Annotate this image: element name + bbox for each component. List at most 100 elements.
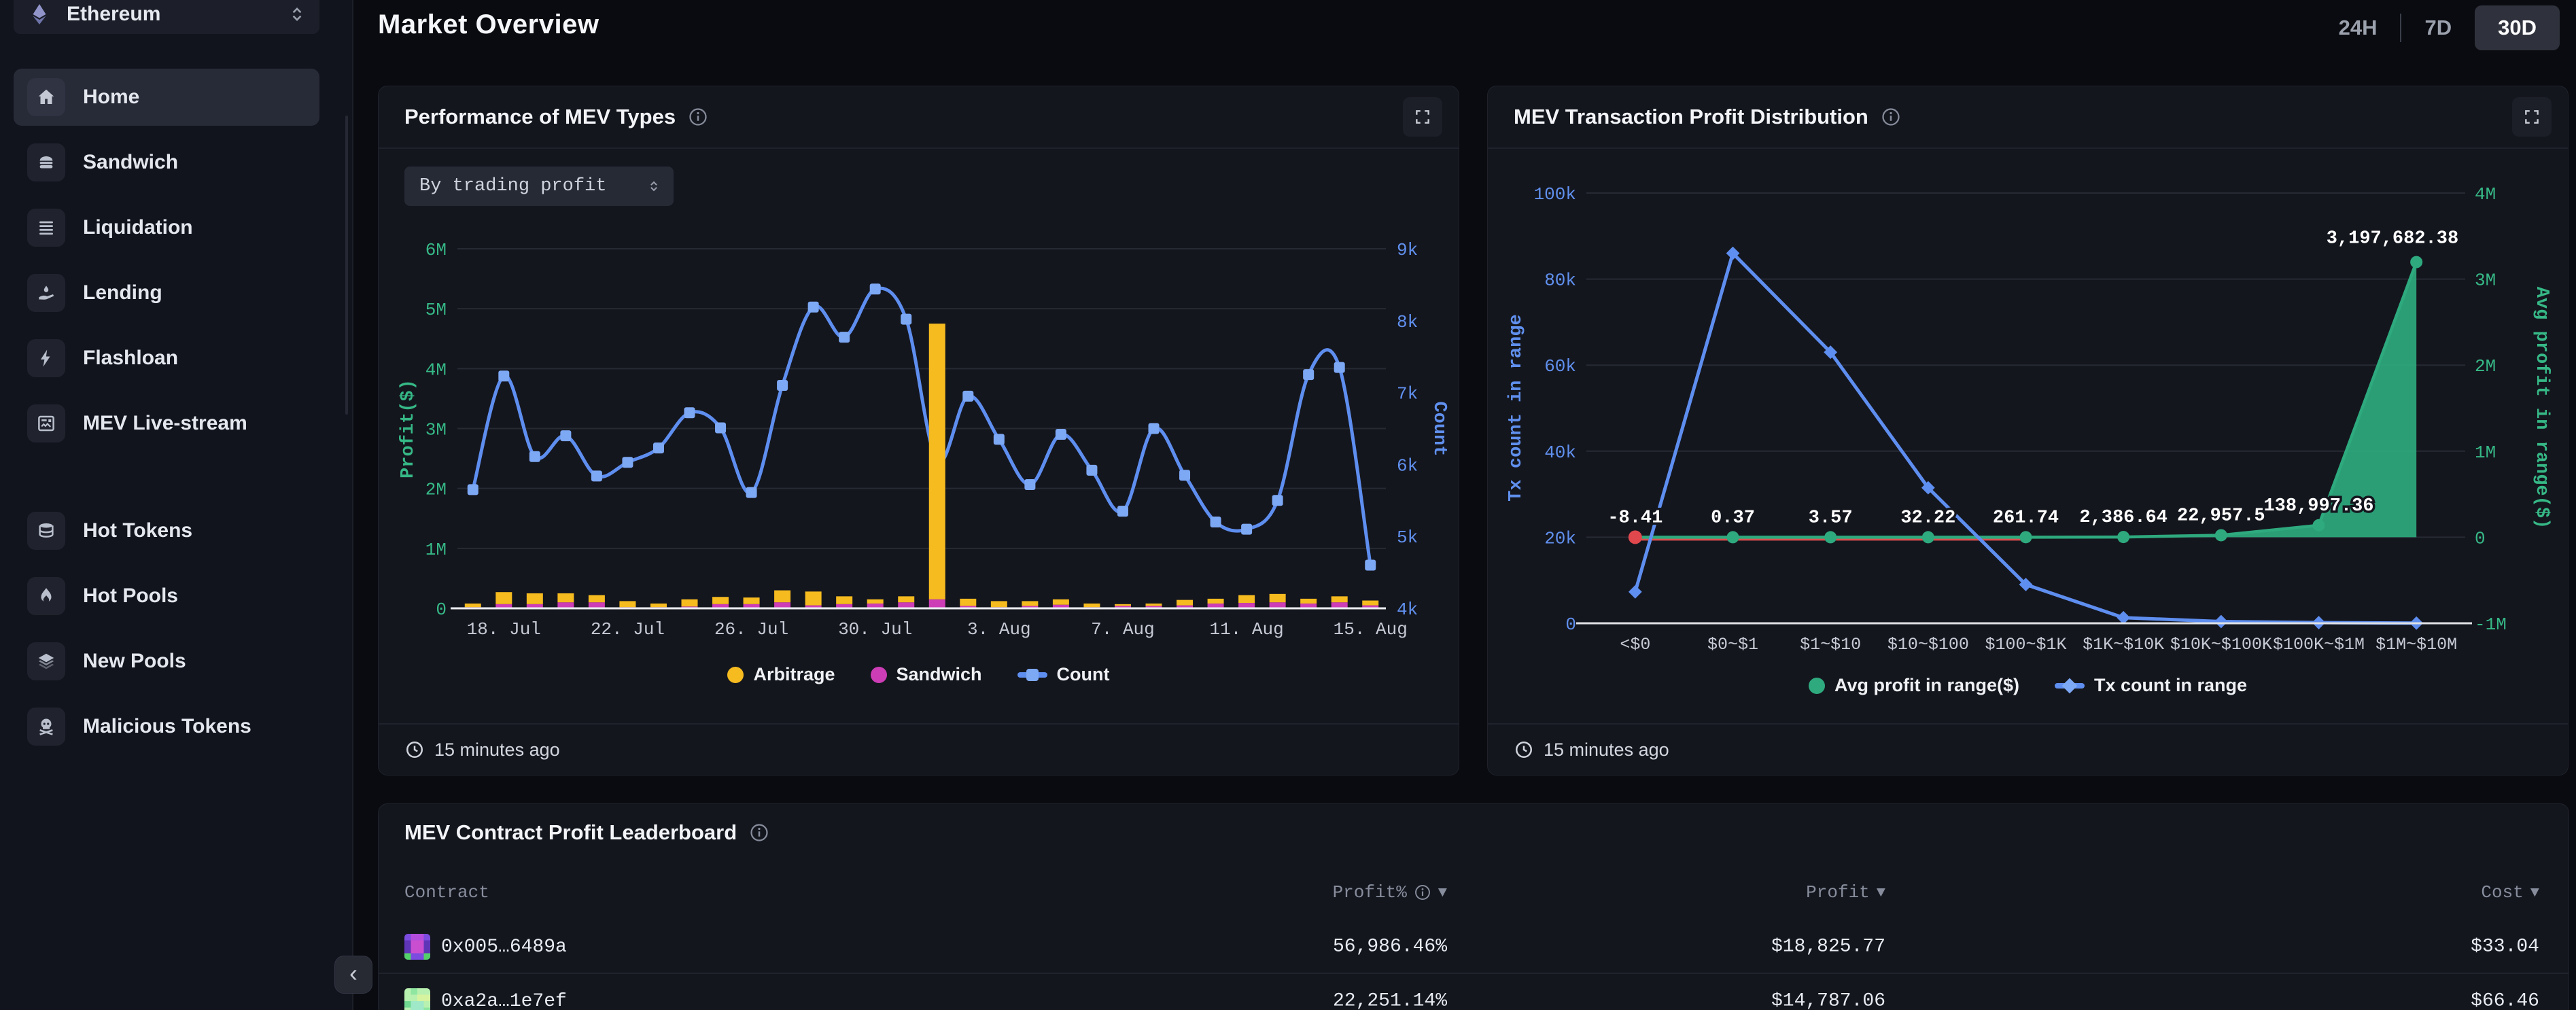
chart-legend: Arbitrage Sandwich Count <box>379 664 1459 685</box>
svg-text:3M: 3M <box>425 420 447 440</box>
sidebar-item-hot-pools[interactable]: Hot Pools <box>14 568 319 625</box>
profit-value: $14,787.06 <box>1771 991 1885 1010</box>
legend-count[interactable]: Count <box>1017 664 1110 685</box>
svg-text:$10~$100: $10~$100 <box>1887 635 1969 655</box>
svg-text:$100K~$1M: $100K~$1M <box>2273 635 2365 655</box>
svg-text:$100~$1K: $100~$1K <box>1985 635 2066 655</box>
new-pools-icon <box>27 642 65 680</box>
svg-text:6k: 6k <box>1397 455 1418 476</box>
contract-address[interactable]: 0xa2a…1e7ef <box>441 991 567 1010</box>
svg-text:1M: 1M <box>425 540 447 560</box>
svg-text:2,386.64: 2,386.64 <box>2079 508 2168 528</box>
sidebar-collapse-button[interactable]: ‹ <box>334 956 372 994</box>
home-icon <box>27 78 65 116</box>
info-icon[interactable] <box>1881 107 1901 127</box>
sandwich-dot-icon <box>871 667 887 683</box>
card-title: MEV Contract Profit Leaderboard <box>404 820 737 845</box>
contract-address[interactable]: 0x005…6489a <box>441 937 567 958</box>
ethereum-icon <box>27 2 52 27</box>
svg-text:2M: 2M <box>425 480 447 500</box>
network-selector[interactable]: Ethereum <box>14 0 319 34</box>
page-title: Market Overview <box>378 10 599 40</box>
svg-text:32.22: 32.22 <box>1900 508 1955 528</box>
sidebar-item-label: Lending <box>83 281 162 304</box>
sidebar-item-lending[interactable]: Lending <box>14 264 319 321</box>
range-30d-button[interactable]: 30D <box>2475 5 2560 50</box>
legend-arbitrage[interactable]: Arbitrage <box>727 664 835 685</box>
svg-text:4M: 4M <box>425 360 447 380</box>
svg-text:8k: 8k <box>1397 312 1418 332</box>
metric-dropdown[interactable]: By trading profit <box>404 167 674 206</box>
table-row[interactable]: 0xa2a…1e7ef 22,251.14% $14,787.06 $66.46 <box>379 974 2569 1010</box>
legend-avg-profit[interactable]: Avg profit in range($) <box>1809 675 2019 696</box>
fullscreen-button[interactable] <box>1403 97 1442 137</box>
sidebar-scrollbar[interactable] <box>345 116 348 415</box>
table-header-row: Contract Profit% ▼ Profit▼ Cost▼ <box>379 877 2569 907</box>
svg-text:1M: 1M <box>2475 442 2496 463</box>
svg-text:22,957.5: 22,957.5 <box>2177 506 2265 526</box>
svg-text:60k: 60k <box>1544 356 1576 377</box>
column-contract[interactable]: Contract <box>404 882 489 903</box>
legend-sandwich[interactable]: Sandwich <box>871 664 982 685</box>
hot-tokens-icon <box>27 512 65 550</box>
sidebar-item-sandwich[interactable]: Sandwich <box>14 134 319 191</box>
malicious-tokens-icon <box>27 708 65 746</box>
cost-value: $66.46 <box>2471 991 2539 1010</box>
hot-pools-icon <box>27 577 65 615</box>
time-range-group: 24H 7D 30D <box>2316 5 2560 50</box>
info-icon[interactable] <box>749 822 769 843</box>
range-7d-button[interactable]: 7D <box>2401 5 2475 50</box>
fullscreen-button[interactable] <box>2512 97 2552 137</box>
sidebar-item-flashloan[interactable]: Flashloan <box>14 330 319 387</box>
chevron-updown-icon <box>646 177 661 195</box>
updated-time: 15 minutes ago <box>434 739 560 761</box>
card-title: MEV Transaction Profit Distribution <box>1514 105 1868 129</box>
column-profit[interactable]: Profit▼ <box>1806 882 1885 903</box>
svg-text:3.57: 3.57 <box>1809 508 1853 528</box>
card-footer: 15 minutes ago <box>379 723 1459 775</box>
svg-text:26. Jul: 26. Jul <box>714 619 788 640</box>
svg-text:11. Aug: 11. Aug <box>1209 619 1283 640</box>
avg-profit-dot-icon <box>1809 678 1825 694</box>
svg-text:4k: 4k <box>1397 599 1418 620</box>
svg-text:7k: 7k <box>1397 384 1418 404</box>
sidebar-item-label: Liquidation <box>83 216 193 239</box>
profit-value: $18,825.77 <box>1771 937 1885 958</box>
contract-avatar <box>404 934 430 960</box>
svg-text:-8.41: -8.41 <box>1607 508 1663 528</box>
sidebar-item-home[interactable]: Home <box>14 69 319 126</box>
sidebar-item-malicious-tokens[interactable]: Malicious Tokens <box>14 698 319 755</box>
svg-text:0: 0 <box>436 599 447 620</box>
svg-text:100k: 100k <box>1534 184 1576 205</box>
sidebar-item-liquidation[interactable]: Liquidation <box>14 199 319 256</box>
svg-text:9k: 9k <box>1397 240 1418 260</box>
sidebar-item-label: Malicious Tokens <box>83 715 251 738</box>
svg-text:0: 0 <box>1565 614 1576 635</box>
svg-text:$1M~$10M: $1M~$10M <box>2375 635 2457 655</box>
card-header: Performance of MEV Types <box>379 86 1459 149</box>
range-24h-button[interactable]: 24H <box>2316 5 2401 50</box>
performance-chart[interactable]: 01M2M3M4M5M6M4k5k6k7k8k9kProfit($)Count1… <box>392 229 1452 650</box>
svg-text:6M: 6M <box>425 240 447 260</box>
info-icon[interactable] <box>688 107 708 127</box>
leaderboard-card: MEV Contract Profit Leaderboard Contract… <box>378 803 2569 1010</box>
svg-text:Count: Count <box>1429 401 1449 456</box>
column-profit-pct[interactable]: Profit% ▼ <box>1333 882 1447 903</box>
legend-tx-count[interactable]: Tx count in range <box>2055 675 2247 696</box>
sidebar-item-new-pools[interactable]: New Pools <box>14 633 319 690</box>
column-cost[interactable]: Cost▼ <box>2481 882 2539 903</box>
sidebar-item-label: Home <box>83 86 139 109</box>
svg-text:3,197,682.38: 3,197,682.38 <box>2327 229 2458 249</box>
card-footer: 15 minutes ago <box>1488 723 2568 775</box>
tx-count-line-icon <box>2055 683 2085 689</box>
sidebar-item-mev-live-stream[interactable]: MEV Live-stream <box>14 395 319 452</box>
clock-icon <box>1514 739 1534 760</box>
info-icon <box>1414 884 1431 901</box>
table-row[interactable]: 0x005…6489a 56,986.46% $18,825.77 $33.04 <box>379 920 2569 974</box>
count-line-icon <box>1017 672 1047 678</box>
svg-text:Avg profit in range($): Avg profit in range($) <box>2531 287 2552 529</box>
distribution-chart[interactable]: 020k40k60k80k100k-1M01M2M3M4MTx count in… <box>1501 181 2562 657</box>
sidebar-item-label: New Pools <box>83 650 186 673</box>
sidebar-item-hot-tokens[interactable]: Hot Tokens <box>14 502 319 559</box>
expand-icon <box>1414 108 1431 126</box>
